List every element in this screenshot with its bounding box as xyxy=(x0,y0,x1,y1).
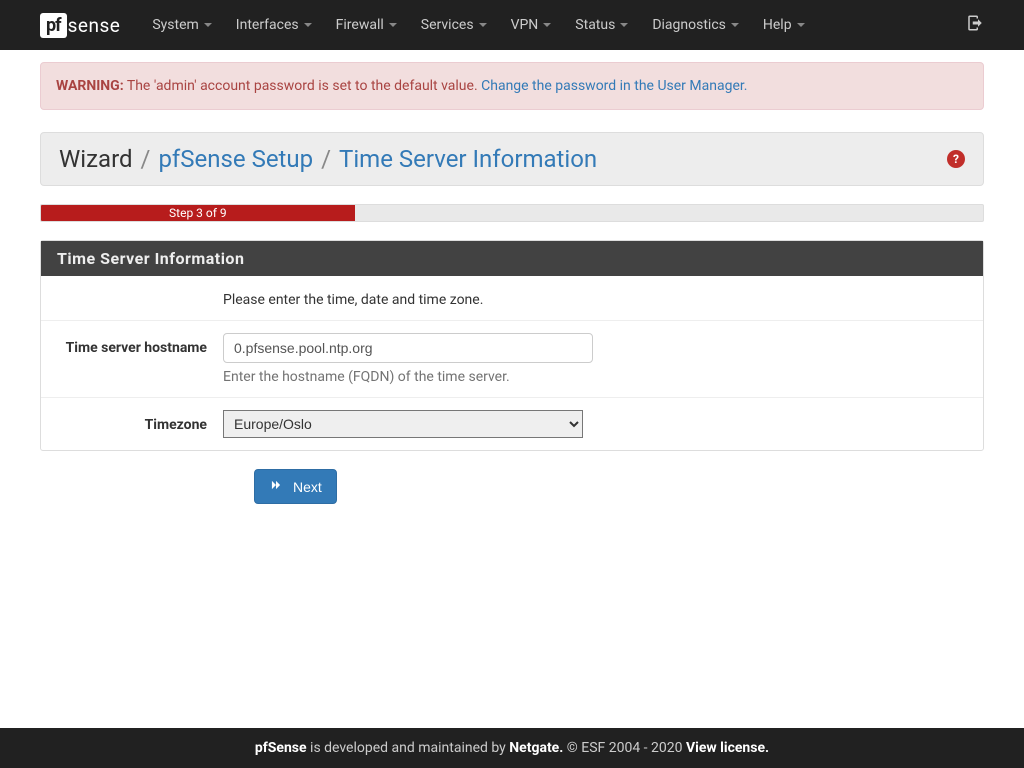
chevron-down-icon xyxy=(797,23,805,27)
change-password-link[interactable]: Change the password in the User Manager. xyxy=(481,78,747,94)
hostname-label: Time server hostname xyxy=(57,333,223,358)
instruction-row: Please enter the time, date and time zon… xyxy=(41,276,983,320)
nav-item-services[interactable]: Services xyxy=(409,2,499,48)
help-icon[interactable]: ? xyxy=(947,150,965,168)
chevron-down-icon xyxy=(204,23,212,27)
warning-prefix: WARNING: xyxy=(56,78,124,94)
breadcrumb-panel: Wizard / pfSense Setup / Time Server Inf… xyxy=(40,132,984,186)
breadcrumb-sep: / xyxy=(141,145,151,173)
footer-mid: is developed and maintained by xyxy=(307,740,510,756)
nav-item-system[interactable]: System xyxy=(140,2,223,48)
nav-item-firewall[interactable]: Firewall xyxy=(324,2,409,48)
top-navbar: pf sense System Interfaces Firewall Serv… xyxy=(0,0,1024,50)
double-chevron-right-icon xyxy=(269,478,283,495)
panel-instruction: Please enter the time, date and time zon… xyxy=(223,288,967,308)
next-button-label: Next xyxy=(293,479,322,495)
hostname-row: Time server hostname Enter the hostname … xyxy=(41,320,983,397)
time-server-panel: Time Server Information Please enter the… xyxy=(40,240,984,451)
brand-logo-text: sense xyxy=(68,14,121,37)
hostname-help: Enter the hostname (FQDN) of the time se… xyxy=(223,369,967,385)
panel-title: Time Server Information xyxy=(41,241,983,276)
breadcrumb-leaf-link[interactable]: Time Server Information xyxy=(339,145,597,173)
chevron-down-icon xyxy=(620,23,628,27)
warning-alert: WARNING: The 'admin' account password is… xyxy=(40,62,984,110)
footer-license-link[interactable]: View license. xyxy=(686,740,769,756)
wizard-progress-bar: Step 3 of 9 xyxy=(41,205,355,221)
next-button[interactable]: Next xyxy=(254,469,337,504)
breadcrumb-root: Wizard xyxy=(59,145,133,173)
chevron-down-icon xyxy=(304,23,312,27)
warning-text: The 'admin' account password is set to t… xyxy=(124,78,481,94)
footer: pfSense is developed and maintained by N… xyxy=(0,728,1024,768)
button-row: Next xyxy=(40,469,984,504)
footer-copyright: © ESF 2004 - 2020 xyxy=(563,740,686,756)
chevron-down-icon xyxy=(389,23,397,27)
chevron-down-icon xyxy=(479,23,487,27)
chevron-down-icon xyxy=(543,23,551,27)
timezone-select[interactable]: Europe/Oslo xyxy=(223,410,583,438)
chevron-down-icon xyxy=(731,23,739,27)
breadcrumb-mid-link[interactable]: pfSense Setup xyxy=(158,145,313,173)
nav-item-help[interactable]: Help xyxy=(751,2,817,48)
time-server-hostname-input[interactable] xyxy=(223,333,593,363)
nav-item-status[interactable]: Status xyxy=(563,2,640,48)
breadcrumb-sep: / xyxy=(321,145,331,173)
brand-logo-short: pf xyxy=(40,13,67,38)
nav-item-vpn[interactable]: VPN xyxy=(499,2,564,48)
breadcrumb: Wizard / pfSense Setup / Time Server Inf… xyxy=(59,145,597,173)
wizard-progress: Step 3 of 9 xyxy=(40,204,984,222)
nav-menu: System Interfaces Firewall Services VPN … xyxy=(140,2,966,48)
brand-logo[interactable]: pf sense xyxy=(40,13,120,38)
nav-item-interfaces[interactable]: Interfaces xyxy=(224,2,324,48)
footer-netgate-link[interactable]: Netgate. xyxy=(509,740,563,756)
timezone-label: Timezone xyxy=(57,410,223,435)
nav-item-diagnostics[interactable]: Diagnostics xyxy=(640,2,751,48)
logout-icon[interactable] xyxy=(966,14,984,36)
timezone-row: Timezone Europe/Oslo xyxy=(41,397,983,450)
footer-brand: pfSense xyxy=(255,740,307,756)
